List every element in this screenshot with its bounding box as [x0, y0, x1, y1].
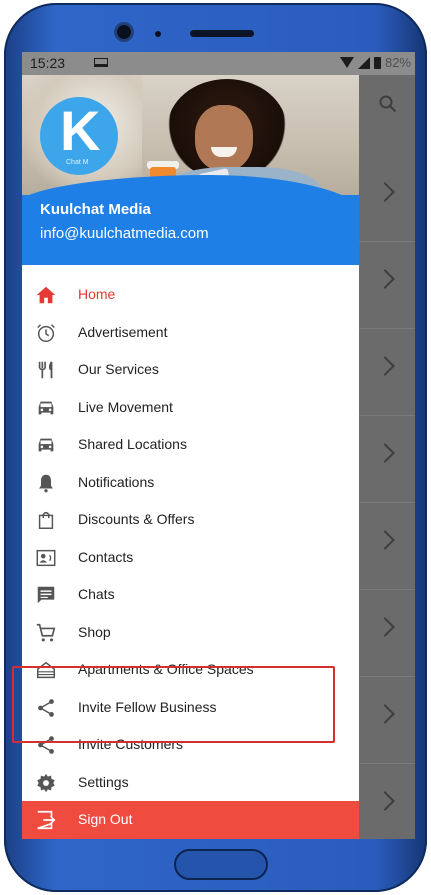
- menu-item-label: Contacts: [78, 548, 134, 565]
- chevron-right-icon: [375, 356, 395, 376]
- menu-item-label: Live Movement: [78, 398, 173, 415]
- signal-icon: [357, 56, 370, 69]
- highlight-box: [12, 666, 335, 743]
- menu-item-contacts[interactable]: Contacts: [22, 539, 359, 576]
- menu-item-label: Our Services: [78, 361, 159, 377]
- menu-item-label: Sign Out: [78, 811, 133, 827]
- status-icons: 82%: [339, 55, 411, 70]
- chevron-right-icon: [375, 182, 395, 202]
- bell-icon: [39, 474, 53, 492]
- gear-icon: [37, 773, 55, 792]
- menu-item-discounts-offers[interactable]: Discounts & Offers: [22, 501, 359, 538]
- account-email: info@kuulchatmedia.com: [40, 225, 209, 242]
- menu-item-chats[interactable]: Chats: [22, 576, 359, 613]
- menu-item-label: Home: [78, 286, 116, 302]
- alarm-clock-icon: [37, 323, 55, 342]
- list-item[interactable]: [359, 329, 415, 416]
- sign-out-button[interactable]: Sign Out: [22, 801, 359, 839]
- phone-frame: 15:23 82% K Chat M Kuulchat Media info@k…: [4, 3, 427, 892]
- status-time: 15:23: [30, 55, 66, 71]
- menu-item-label: Chats: [78, 586, 115, 602]
- menu-item-shared-locations[interactable]: Shared Locations: [22, 426, 359, 463]
- header-wave: [22, 175, 359, 265]
- shopping-bag-icon: [38, 511, 54, 529]
- menu-item-label: Shared Locations: [78, 436, 187, 452]
- menu-item-settings[interactable]: Settings: [22, 764, 359, 801]
- chevron-right-icon: [375, 530, 395, 550]
- menu-item-label: Advertisement: [78, 323, 168, 340]
- search-icon[interactable]: [379, 95, 397, 113]
- menu-item-home[interactable]: Home: [22, 276, 359, 313]
- car-icon: [38, 438, 54, 452]
- proximity-sensor: [155, 31, 161, 37]
- front-camera: [117, 25, 131, 39]
- chat-bubble-icon: [37, 586, 55, 604]
- chevron-right-icon: [375, 443, 395, 463]
- logo-caption: Chat M: [66, 159, 89, 166]
- phone-bottom-bezel: [4, 839, 427, 892]
- chevron-right-icon: [375, 704, 395, 724]
- list-item[interactable]: [359, 677, 415, 764]
- home-button[interactable]: [174, 849, 268, 880]
- battery-level: 82%: [384, 55, 411, 70]
- menu-item-live-movement[interactable]: Live Movement: [22, 389, 359, 426]
- chevron-right-icon: [375, 617, 395, 637]
- chevron-right-icon: [375, 791, 395, 811]
- wifi-icon: [339, 57, 354, 68]
- menu-item-label: Settings: [78, 773, 129, 790]
- menu-item-our-services[interactable]: Our Services: [22, 351, 359, 388]
- list-item[interactable]: [359, 416, 415, 503]
- account-name: Kuulchat Media: [40, 201, 151, 218]
- chevron-right-icon: [375, 269, 395, 289]
- logo-letter: K: [60, 99, 101, 162]
- fork-knife-icon: [38, 361, 53, 379]
- list-item[interactable]: [359, 764, 415, 839]
- list-item[interactable]: [359, 242, 415, 329]
- logout-icon: [37, 810, 56, 830]
- phone-top-bezel: [4, 3, 427, 53]
- menu-item-label: Shop: [78, 623, 111, 640]
- contact-card-icon: [36, 549, 56, 566]
- cart-icon: [36, 623, 56, 641]
- list-item[interactable]: [359, 590, 415, 677]
- home-icon: [36, 286, 56, 304]
- laptop-icon: [94, 58, 108, 67]
- menu-item-advertisement[interactable]: Advertisement: [22, 314, 359, 351]
- menu-item-label: Notifications: [78, 473, 155, 490]
- menu-item-label: Discounts & Offers: [78, 511, 195, 527]
- drawer-header: K Chat M Kuulchat Media info@kuulchatmed…: [22, 75, 359, 265]
- earpiece-speaker: [190, 30, 254, 37]
- background-list: [359, 75, 415, 839]
- menu-item-notifications[interactable]: Notifications: [22, 464, 359, 501]
- status-bar: 15:23 82%: [22, 52, 415, 75]
- list-item[interactable]: [359, 503, 415, 590]
- list-item[interactable]: [359, 155, 415, 242]
- battery-icon: [373, 56, 381, 69]
- menu-item-shop[interactable]: Shop: [22, 614, 359, 651]
- car-icon: [38, 401, 54, 414]
